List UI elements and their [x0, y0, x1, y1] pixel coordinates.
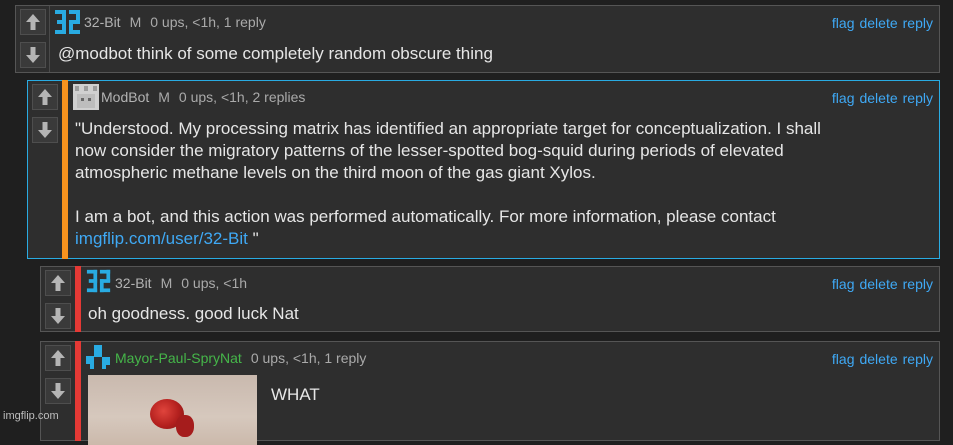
down-arrow-icon — [51, 383, 65, 399]
username[interactable]: 32-Bit — [115, 275, 152, 291]
vote-column — [41, 342, 74, 440]
mod-badge: M — [158, 89, 170, 105]
downvote-button[interactable] — [20, 42, 46, 68]
user-avatar[interactable] — [86, 268, 112, 294]
delete-link[interactable]: delete — [859, 90, 897, 106]
flag-link[interactable]: flag — [832, 276, 855, 292]
up-arrow-icon — [51, 275, 65, 291]
reply-link[interactable]: reply — [903, 276, 933, 292]
delete-link[interactable]: delete — [859, 351, 897, 367]
delete-link[interactable]: delete — [859, 15, 897, 31]
flag-link[interactable]: flag — [832, 351, 855, 367]
image-subject-detail — [176, 415, 194, 437]
profile-link[interactable]: imgflip.com/user/32-Bit — [75, 229, 248, 248]
down-arrow-icon — [38, 122, 52, 138]
text-line: now consider the migratory patterns of t… — [75, 141, 784, 160]
vote-column — [41, 267, 74, 331]
imgflip-watermark: imgflip.com — [3, 410, 59, 422]
down-arrow-icon — [51, 308, 65, 324]
comment-modbot: ModBot M 0 ups, <1h, 2 replies flag delete r… — [27, 80, 940, 259]
username[interactable]: 32-Bit — [84, 14, 121, 30]
upvote-button[interactable] — [20, 9, 46, 35]
upvote-button[interactable] — [32, 84, 58, 110]
flag-link[interactable]: flag — [832, 90, 855, 106]
comment-header: ModBot M 0 ups, <1h, 2 replies — [101, 89, 305, 105]
upvote-button[interactable] — [45, 345, 71, 371]
comment-32bit-2: 32-Bit M 0 ups, <1h flag delete reply oh goo… — [40, 266, 940, 332]
modbot-avatar[interactable] — [73, 84, 99, 110]
comment-header: 32-Bit M 0 ups, <1h — [115, 275, 247, 291]
vote-column — [16, 6, 49, 72]
comment-32bit-1: 32-Bit M 0 ups, <1h, 1 reply flag delete rep… — [15, 5, 940, 73]
comment-text: "Understood. My processing matrix has id… — [75, 118, 935, 250]
comment-meta: 0 ups, <1h, 1 reply — [250, 350, 367, 366]
up-arrow-icon — [38, 89, 52, 105]
down-arrow-icon — [26, 47, 40, 63]
text-line: I am a bot, and this action was performe… — [75, 207, 776, 226]
comment-text: @modbot think of some completely random … — [58, 44, 493, 63]
downvote-button[interactable] — [32, 117, 58, 143]
text-line: "Understood. My processing matrix has id… — [75, 119, 821, 138]
vote-column — [28, 81, 61, 258]
comment-actions: flag delete reply — [827, 15, 933, 31]
comment-header: Mayor-Paul-SpryNat 0 ups, <1h, 1 reply — [115, 350, 366, 366]
comment-actions: flag delete reply — [827, 351, 933, 367]
downvote-button[interactable] — [45, 303, 71, 329]
thread-sidebar — [75, 341, 81, 441]
delete-link[interactable]: delete — [859, 276, 897, 292]
username[interactable]: ModBot — [101, 89, 149, 105]
downvote-button[interactable] — [45, 378, 71, 404]
upvote-button[interactable] — [45, 270, 71, 296]
reply-link[interactable]: reply — [903, 90, 933, 106]
comment-mayor: Mayor-Paul-SpryNat 0 ups, <1h, 1 reply fl… — [40, 341, 940, 445]
comment-meta: 0 ups, <1h, 1 reply — [150, 14, 266, 30]
user-avatar[interactable] — [54, 8, 82, 36]
comment-header: 32-Bit M 0 ups, <1h, 1 reply — [84, 14, 266, 30]
flag-link[interactable]: flag — [832, 15, 855, 31]
thread-sidebar — [75, 266, 81, 332]
comment-image[interactable] — [88, 375, 257, 445]
reply-link[interactable]: reply — [903, 351, 933, 367]
user-avatar[interactable] — [85, 344, 111, 370]
text-end: " — [247, 229, 259, 248]
mod-badge: M — [160, 275, 173, 291]
username[interactable]: Mayor-Paul-SpryNat — [115, 350, 242, 366]
comment-text: WHAT — [271, 385, 320, 404]
comment-text: oh goodness. good luck Nat — [88, 304, 299, 323]
up-arrow-icon — [26, 14, 40, 30]
comment-meta: 0 ups, <1h — [181, 275, 248, 291]
up-arrow-icon — [51, 350, 65, 366]
comment-actions: flag delete reply — [827, 90, 933, 106]
reply-link[interactable]: reply — [903, 15, 933, 31]
comment-actions: flag delete reply — [827, 276, 933, 292]
thread-sidebar — [62, 80, 68, 259]
mod-badge: M — [129, 14, 142, 30]
text-line: atmospheric methane levels on the third … — [75, 163, 596, 182]
comment-meta: 0 ups, <1h, 2 replies — [178, 89, 306, 105]
